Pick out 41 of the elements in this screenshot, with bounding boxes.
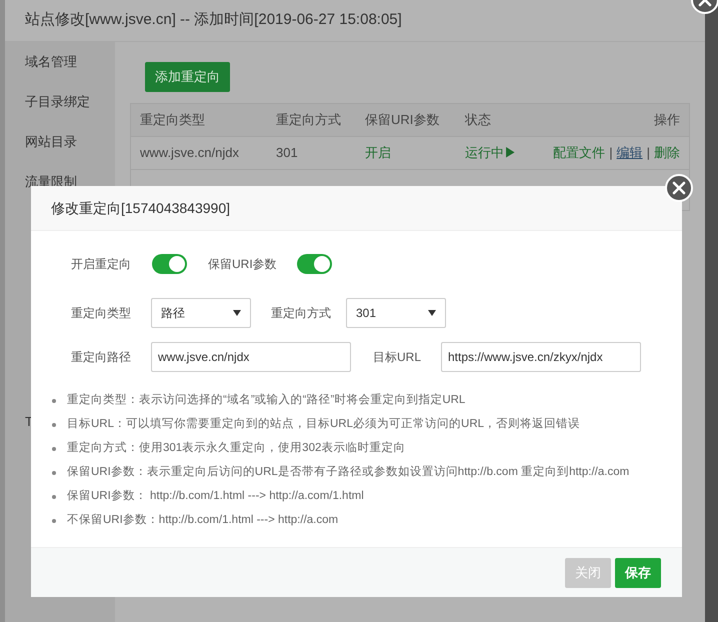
- field-label: 重定向类型: [71, 305, 132, 322]
- dialog-button[interactable]: 保存: [615, 558, 661, 588]
- separator: |: [609, 144, 613, 162]
- sidebar-item[interactable]: 子目录绑定: [5, 82, 115, 122]
- dropdown-caret-icon: [233, 310, 241, 316]
- table-cell-text: 开启: [365, 144, 392, 162]
- field-label: 重定向方式: [271, 305, 332, 322]
- separator: |: [646, 144, 650, 162]
- column-header: 状态: [465, 111, 492, 130]
- select-field[interactable]: 301: [346, 298, 446, 328]
- input-field[interactable]: https://www.jsve.cn/zkyx/njdx: [441, 342, 641, 372]
- toggle-label: 保留URI参数: [208, 256, 278, 273]
- table-cell-text: 301: [276, 144, 299, 162]
- table-cell-text: www.jsve.cn/njdx: [140, 144, 240, 162]
- sidebar-item[interactable]: 域名管理: [5, 42, 115, 82]
- dialog-title: 站点修改[www.jsve.cn] -- 添加时间[2019-06-27 15:08:05]: [25, 10, 402, 30]
- help-note: 保留URI参数：表示重定向后访问的URL是否带有子路径或参数如设置访问http://b.com 重定向到http://a.com: [67, 464, 630, 480]
- field-label: 重定向路径: [71, 349, 132, 366]
- dialog-title: 修改重定向[1574043843990]: [51, 198, 230, 218]
- help-note: 重定向类型：表示访问选择的“域名”或输入的“路径”时将会重定向到指定URL: [67, 392, 466, 408]
- toggle-label: 开启重定向: [71, 256, 132, 273]
- column-header: 保留URI参数: [365, 111, 440, 130]
- select-field[interactable]: 路径: [151, 298, 251, 328]
- action-link[interactable]: 配置文件: [553, 143, 606, 163]
- column-header: 操作: [654, 111, 680, 130]
- action-link[interactable]: 编辑: [616, 143, 643, 163]
- help-note: 目标URL：可以填写你需要重定向到的站点，目标URL必须为可正常访问的URL，否则将返回错误: [67, 416, 580, 432]
- add-redirect-button[interactable]: 添加重定向: [145, 62, 230, 92]
- dropdown-caret-icon: [428, 310, 436, 316]
- table-cell-text: 运行中▶: [465, 144, 518, 162]
- column-header: 重定向方式: [276, 111, 342, 130]
- toggle-switch[interactable]: [297, 254, 332, 274]
- toggle-switch[interactable]: [152, 254, 187, 274]
- input-field[interactable]: www.jsve.cn/njdx: [151, 342, 351, 372]
- help-note: 保留URI参数： http://b.com/1.html ---> http://a.com/1.html: [67, 488, 364, 504]
- field-label: 目标URL: [373, 349, 422, 366]
- sidebar-item[interactable]: 网站目录: [5, 122, 115, 162]
- action-link[interactable]: 删除: [654, 143, 680, 163]
- help-note: 不保留URI参数：http://b.com/1.html ---> http://a.com: [67, 512, 338, 528]
- help-note: 重定向方式：使用301表示永久重定向，使用302表示临时重定向: [67, 440, 406, 456]
- column-header: 重定向类型: [140, 111, 206, 130]
